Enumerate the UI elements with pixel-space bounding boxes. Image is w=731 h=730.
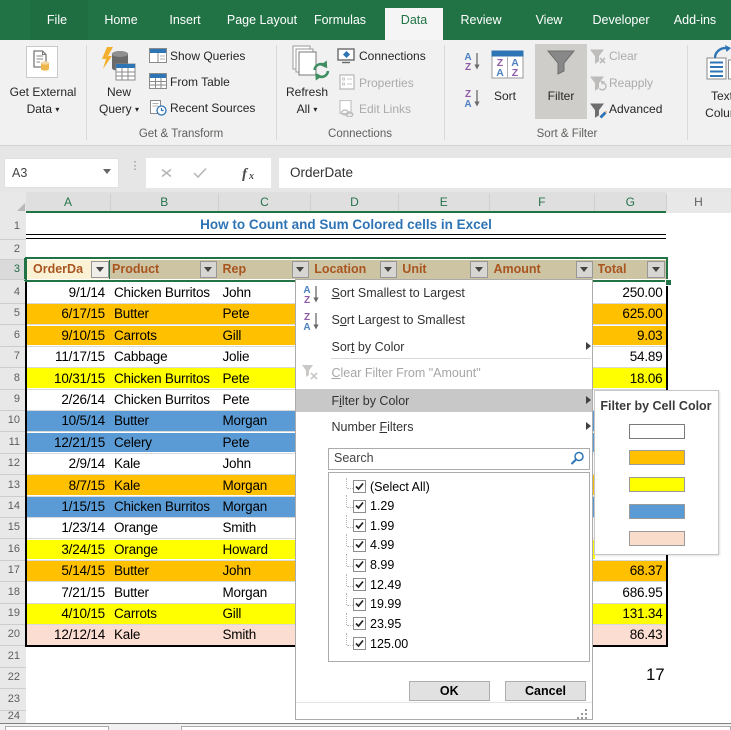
svg-text:A: A <box>464 99 471 108</box>
svg-text:f: f <box>242 167 249 182</box>
svg-text:Z: Z <box>465 62 471 71</box>
svg-text:A: A <box>303 322 310 331</box>
svg-text:Z: Z <box>512 67 519 79</box>
svg-text:x: x <box>248 171 254 181</box>
svg-text:A: A <box>496 67 504 79</box>
svg-text:Z: Z <box>303 295 309 304</box>
